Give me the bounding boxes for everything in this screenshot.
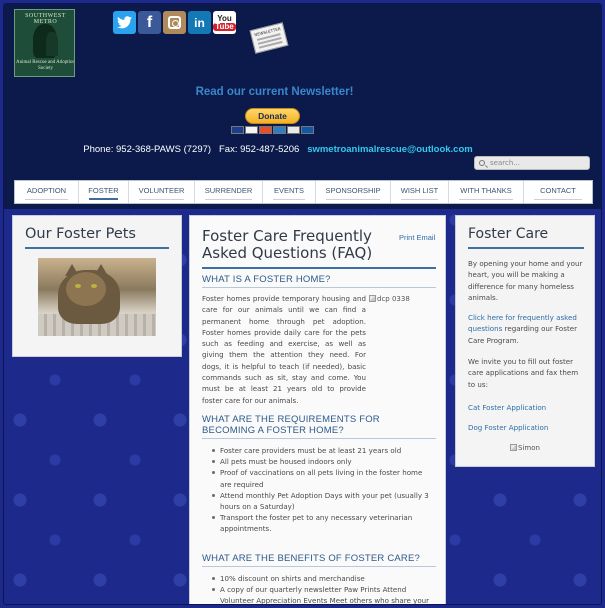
title-underline [468,247,584,249]
read-newsletter-link[interactable]: Read our current Newsletter! [4,86,545,98]
search-input[interactable]: search... [474,156,590,170]
list-item: All pets must be housed indoors only [212,456,434,467]
twitter-icon[interactable] [113,11,136,34]
foster-cat-photo[interactable] [38,258,156,336]
social-links: f in You Tube [113,11,236,34]
nav-sponsorship[interactable]: SPONSORSHIP [316,181,391,203]
bank-icon [301,126,314,134]
dcp-image-alt: dcp 0338 [377,295,410,303]
faq-heading-benefits: WHAT ARE THE BENEFITS OF FOSTER CARE? [202,553,421,564]
faq-article: Foster Care Frequently Asked Questions (… [189,215,446,604]
broken-image-icon [510,444,517,451]
faq-heading-requirements: WHAT ARE THE REQUIREMENTS FOR BECOMING A… [202,414,380,436]
dog-foster-application-link[interactable]: Dog Foster Application [468,423,548,432]
amex-icon [273,126,286,134]
logo-subtitle: Animal Rescue and Adoption Society [15,60,75,71]
main-nav: ADOPTION FOSTER VOLUNTEER SURRENDER EVEN… [14,180,593,204]
title-underline [202,267,436,269]
site-logo[interactable]: SOUTHWEST METRO Animal Rescue and Adopti… [14,9,75,77]
dcp-image: dcp 0338 [369,295,410,303]
contact-line: Phone: 952-368-PAWS (7297) Fax: 952-487-… [4,144,552,155]
section-divider [202,287,436,288]
simon-image-alt: Simon [518,444,540,452]
list-item: Attend monthly Pet Adoption Days with yo… [212,490,434,512]
logo-cat-silhouette [46,32,58,56]
phone-number: Phone: 952-368-PAWS (7297) [83,144,212,155]
benefits-list: 10% discount on shirts and merchandise A… [212,573,434,604]
site-header: SOUTHWEST METRO Animal Rescue and Adopti… [4,4,601,209]
nav-contact[interactable]: CONTACT [524,181,592,203]
foster-home-text: Foster homes provide temporary housing a… [202,294,366,405]
email-link[interactable]: swmetroanimalrescue@outlook.com [307,144,473,155]
list-item: A copy of our quarterly newsletter Paw P… [212,584,434,604]
list-item: 10% discount on shirts and merchandise [212,573,434,584]
section-divider [202,566,436,567]
list-item: Foster care providers must be at least 2… [212,445,434,456]
page-title: Foster Care Frequently Asked Questions (… [202,227,373,262]
linkedin-icon[interactable]: in [188,11,211,34]
youtube-icon[interactable]: You Tube [213,11,236,34]
foster-care-title: Foster Care [468,226,549,242]
discover-icon [259,126,272,134]
foster-intro-text: By opening your home and your heart, you… [468,259,583,302]
nav-foster[interactable]: FOSTER [79,181,129,203]
facebook-icon[interactable]: f [138,11,161,34]
foster-pets-title: Our Foster Pets [25,226,136,242]
faq-heading-foster-home: WHAT IS A FOSTER HOME? [202,274,331,285]
fax-number: Fax: 952-487-5206 [218,144,300,155]
broken-image-icon [369,295,376,302]
nav-volunteer[interactable]: VOLUNTEER [129,181,195,203]
requirements-list: Foster care providers must be at least 2… [212,445,434,535]
search-placeholder: search... [490,159,520,167]
list-item: Proof of vaccinations on all pets living… [212,467,434,489]
nav-wish-list[interactable]: WISH LIST [391,181,449,203]
mastercard-icon [245,126,258,134]
simon-image: Simon [510,444,540,452]
instagram-icon[interactable] [163,11,186,34]
foster-care-sidebar: Foster Care By opening your home and you… [455,215,595,467]
nav-adoption[interactable]: ADOPTION [15,181,79,203]
search-icon [479,160,485,166]
title-underline [25,247,169,249]
section-divider [202,438,436,439]
visa-icon [231,126,244,134]
foster-pets-panel: Our Foster Pets [12,215,182,357]
nav-events[interactable]: EVENTS [263,181,316,203]
list-item: Transport the foster pet to any necessar… [212,512,434,534]
payment-cards [231,126,314,134]
donate-button[interactable]: Donate [245,108,300,124]
nav-surrender[interactable]: SURRENDER [195,181,263,203]
application-intro-text: We invite you to fill out foster care ap… [468,357,579,389]
faq-link-paragraph: Click here for frequently asked question… [468,312,586,346]
page-frame: SOUTHWEST METRO Animal Rescue and Adopti… [3,3,602,605]
echeck-icon [287,126,300,134]
print-email-link[interactable]: Print Email [399,233,435,242]
cat-foster-application-link[interactable]: Cat Foster Application [468,403,546,412]
newsletter-icon[interactable]: NEWSLETTER [249,22,289,54]
nav-with-thanks[interactable]: WITH THANKS [449,181,524,203]
